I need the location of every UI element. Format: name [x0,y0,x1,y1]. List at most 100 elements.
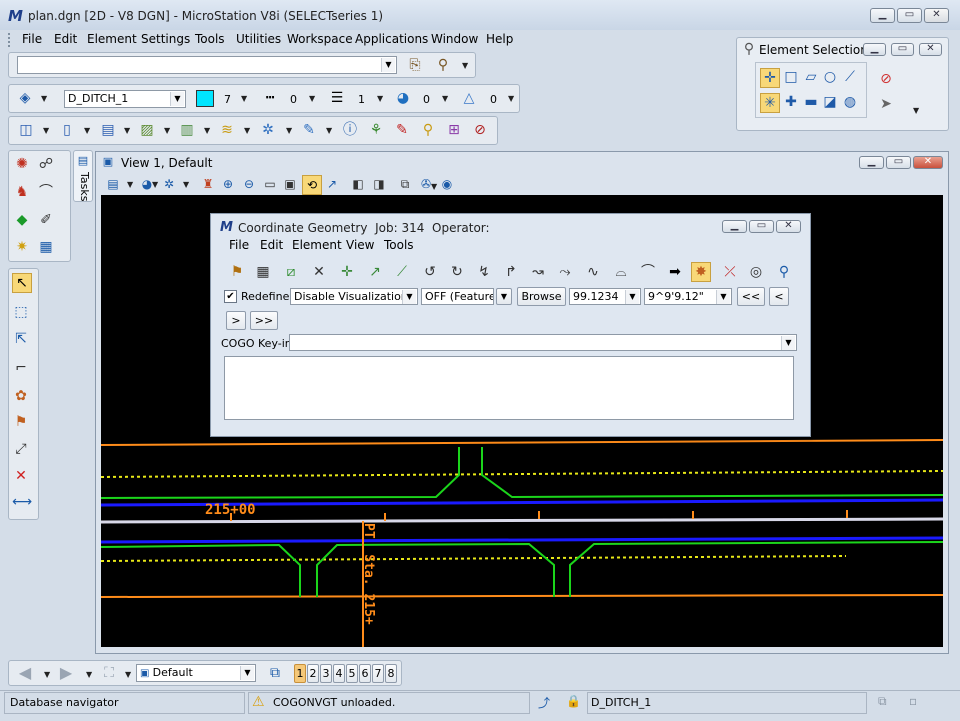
design-history-icon[interactable]: ⧉ [878,694,887,709]
cogo-store-point-icon[interactable]: ✛ [338,263,356,281]
render-icon[interactable]: ✲ [259,121,277,139]
select-circle-icon[interactable]: ○ [821,68,839,86]
new-file-icon[interactable]: ▯ [58,121,76,139]
select-block-icon[interactable]: □ [782,68,800,86]
cogo-navigator-icon[interactable]: ⚑ [228,263,246,281]
chevron-down-icon[interactable]: ▼ [170,92,184,106]
cogo-visualize-icon[interactable]: ✸ [691,262,711,282]
maximize-button[interactable]: ▭ [897,8,922,23]
element-selection-tool-icon[interactable]: ↖ [12,273,32,293]
cogo-clear-icon[interactable]: ⤫ [721,263,739,281]
chevron-down-icon[interactable]: ▼ [240,666,254,680]
cursor-icon[interactable]: ➤ [877,95,895,113]
select-shape-icon[interactable]: ▱ [802,68,820,86]
new-window-icon[interactable]: ◫ [17,121,35,139]
chevron-down-icon[interactable]: ▼ [913,106,919,115]
text-tool-icon[interactable]: ⚑ [12,413,30,431]
view-8-button[interactable]: 8 [385,664,397,683]
line-style-icon[interactable]: ┅ [261,89,279,107]
maximize-button[interactable]: ▭ [749,220,774,233]
fence-tool-icon[interactable]: ⬚ [12,303,30,321]
find-icon[interactable]: ⚲ [419,121,437,139]
view-1-button[interactable]: 1 [294,664,306,683]
chevron-down-icon[interactable]: ▼ [431,182,437,191]
clear-selection-icon[interactable]: ⊘ [877,70,895,88]
edit-pencil-icon[interactable]: ✎ [393,121,411,139]
chevron-down-icon[interactable]: ▼ [124,126,130,135]
chevron-down-icon[interactable]: ▼ [309,94,315,103]
lighting-icon[interactable]: ✲ [160,175,178,193]
view-previous-icon[interactable]: ◧ [349,175,367,193]
cogo-keyin-input[interactable]: ▼ [289,334,797,351]
cogo-menu-edit[interactable]: Edit [260,238,283,252]
levels-icon[interactable]: ≋ [218,121,236,139]
menu-element[interactable]: Element [87,32,137,46]
raster-manager-icon[interactable]: ▨ [138,121,156,139]
maximize-button[interactable]: ▭ [886,156,911,169]
active-color-swatch[interactable] [196,90,214,107]
close-button[interactable]: ✕ [913,156,943,169]
previous-record-button[interactable]: < [769,287,789,306]
curve-tool-icon[interactable]: ⌒ [37,183,55,201]
chevron-down-icon[interactable]: ▼ [462,61,468,70]
terrain-tool-icon[interactable]: ◆ [13,211,31,229]
cogo-area-icon[interactable]: ⌓ [612,263,630,281]
measure-tool-icon[interactable]: ⟷ [12,493,32,511]
view-next-icon[interactable]: ◨ [370,175,388,193]
view-groups-icon[interactable]: ⧉ [266,664,284,682]
select-tool-icon[interactable]: ⚘ [367,121,385,139]
line-weight-icon[interactable]: ☰ [328,89,346,107]
menu-utilities[interactable]: Utilities [236,32,281,46]
cogo-chain-icon[interactable]: ↝ [529,263,547,281]
chevron-down-icon[interactable]: ▼ [442,94,448,103]
cogo-station-icon[interactable]: ⤳ [556,263,574,281]
chevron-down-icon[interactable]: ▼ [377,94,383,103]
cogo-output-area[interactable] [224,356,794,420]
rotate-view-icon[interactable]: ⟲ [302,175,322,195]
chevron-down-icon[interactable]: ▼ [716,290,730,304]
chevron-down-icon[interactable]: ▼ [326,126,332,135]
status-options-icon[interactable]: ▫ [909,694,917,708]
view-6-button[interactable]: 6 [359,664,371,683]
cogo-line-icon[interactable]: ⟋ [393,263,411,281]
menu-tools[interactable]: Tools [195,32,225,46]
chevron-down-icon[interactable]: ▼ [43,126,49,135]
menu-window[interactable]: Window [431,32,478,46]
manipulate-tool-icon[interactable]: ⇱ [12,330,30,348]
references-icon[interactable]: ▤ [99,121,117,139]
pan-view-icon[interactable]: ↗ [323,175,341,193]
cogo-menu-file[interactable]: File [229,238,249,252]
feature-field[interactable]: OFF (Feature) [421,288,494,305]
keyin-field[interactable]: ▼ [17,56,397,74]
window-area-icon[interactable]: ▭ [261,175,279,193]
update-view-icon[interactable]: ♜ [199,175,217,193]
cogo-profile-icon[interactable]: ⌒ [639,263,657,281]
view-attributes-icon[interactable]: ▤ [104,175,122,193]
chevron-down-icon[interactable]: ▼ [381,58,395,72]
drape-tool-icon[interactable]: ✐ [37,211,55,229]
menu-settings[interactable]: Settings [141,32,190,46]
cogo-arrow-icon[interactable]: ➡ [666,263,684,281]
forward-arrow-icon[interactable]: ▶ [57,664,75,682]
cogo-spiral2-icon[interactable]: ↱ [502,263,520,281]
minimize-button[interactable]: ▁ [859,156,884,169]
zoom-out-icon[interactable]: ⊖ [240,175,258,193]
cogo-arc-icon[interactable]: ↺ [421,263,439,281]
menu-edit[interactable]: Edit [54,32,77,46]
cogo-circle-icon[interactable]: ◎ [747,263,765,281]
close-button[interactable]: ✕ [776,220,801,233]
browse-button[interactable]: Browse [517,287,566,306]
history-icon[interactable]: ⛶ [100,664,118,682]
view-3-button[interactable]: 3 [320,664,332,683]
cogo-arc2-icon[interactable]: ↻ [448,263,466,281]
close-button[interactable]: ✕ [919,43,942,56]
new-selection-icon[interactable]: ✳ [760,93,780,113]
chevron-down-icon[interactable]: ▼ [625,290,639,304]
invert-selection-icon[interactable]: ◪ [821,93,839,111]
feature-dropdown-button[interactable]: ▼ [496,288,512,305]
next-record-button[interactable]: > [226,311,246,330]
fit-view-icon[interactable]: ▣ [281,175,299,193]
maximize-button[interactable]: ▭ [891,43,914,56]
light-tool-icon[interactable]: ✷ [13,238,31,256]
priority-icon[interactable]: △ [460,89,478,107]
